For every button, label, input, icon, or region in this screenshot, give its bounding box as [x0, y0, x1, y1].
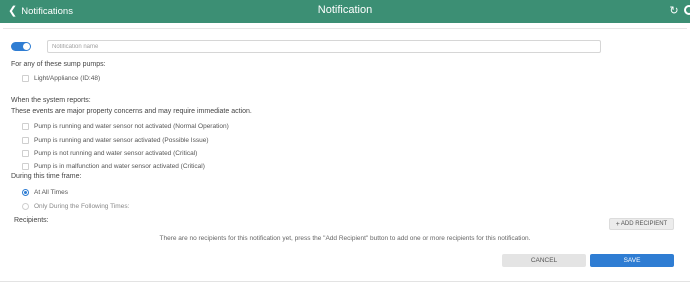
event-option-label: Pump is running and water sensor activat…: [34, 137, 209, 144]
timeframe-option-specific-times[interactable]: Only During the Following Times:: [22, 202, 129, 211]
recipients-label: Recipients:: [14, 217, 49, 224]
pumps-heading: For any of these sump pumps:: [11, 61, 106, 68]
save-button[interactable]: SAVE: [590, 254, 674, 267]
divider: [0, 281, 690, 282]
checkbox[interactable]: [22, 163, 29, 170]
page-title: Notification: [317, 4, 373, 16]
system-heading: When the system reports:: [11, 97, 91, 104]
event-option[interactable]: Pump is running and water sensor not act…: [22, 122, 229, 131]
event-option-label: Pump is running and water sensor not act…: [34, 123, 229, 130]
timeframe-option-label: Only During the Following Times:: [34, 203, 130, 210]
cancel-button[interactable]: CANCEL: [502, 254, 586, 267]
event-option-label: Pump is in malfunction and water sensor …: [34, 163, 205, 170]
pump-option[interactable]: Light/Appliance (ID:48): [22, 74, 100, 83]
checkbox[interactable]: [22, 123, 29, 130]
checkbox[interactable]: [22, 150, 29, 157]
system-note: These events are major property concerns…: [11, 108, 252, 115]
timeframe-option-all-times[interactable]: At All Times: [22, 188, 68, 197]
timeframe-heading: During this time frame:: [11, 173, 82, 180]
event-option[interactable]: Pump is running and water sensor activat…: [22, 136, 209, 145]
add-recipient-button[interactable]: + ADD RECIPIENT: [609, 218, 674, 230]
event-option[interactable]: Pump is not running and water sensor act…: [22, 149, 197, 158]
notification-name-input[interactable]: [47, 40, 601, 53]
enabled-toggle[interactable]: [11, 42, 31, 51]
pump-option-label: Light/Appliance (ID:48): [34, 75, 101, 82]
header-bar: ❮ Notifications Notification ↻: [0, 0, 690, 23]
checkbox[interactable]: [22, 137, 29, 144]
event-option-label: Pump is not running and water sensor act…: [34, 150, 198, 157]
radio[interactable]: [22, 203, 29, 210]
empty-recipients-message: There are no recipients for this notific…: [159, 235, 531, 242]
user-icon[interactable]: [684, 5, 690, 15]
event-option[interactable]: Pump is in malfunction and water sensor …: [22, 162, 205, 171]
plus-icon: +: [615, 220, 620, 228]
timeframe-option-label: At All Times: [34, 189, 68, 196]
refresh-icon[interactable]: ↻: [668, 4, 680, 18]
radio-selected[interactable]: [22, 189, 29, 196]
add-recipient-label: ADD RECIPIENT: [620, 221, 668, 227]
checkbox[interactable]: [22, 75, 29, 82]
toggle-knob: [23, 43, 30, 50]
